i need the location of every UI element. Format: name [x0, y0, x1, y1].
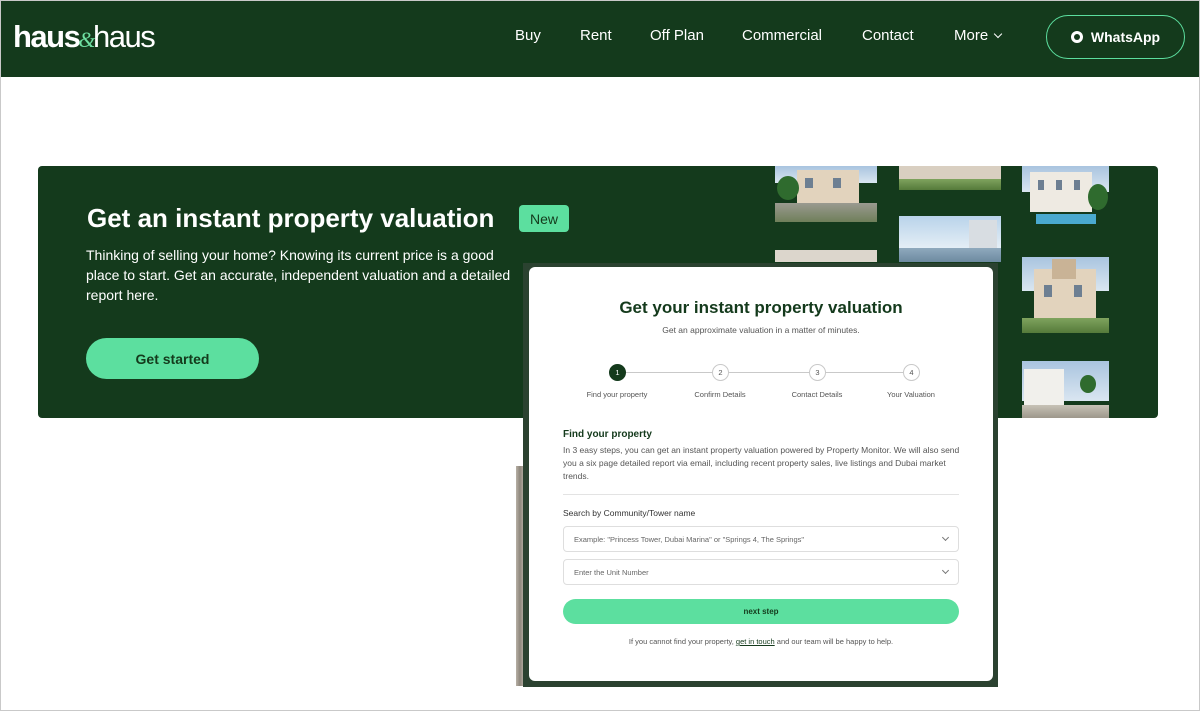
- nav-rent[interactable]: Rent: [580, 27, 612, 45]
- step-1-label: Find your property: [586, 390, 648, 399]
- step-3-label: Contact Details: [791, 390, 843, 399]
- section-description: In 3 easy steps, you can get an instant …: [563, 445, 960, 481]
- step-2-label: Confirm Details: [694, 390, 746, 399]
- property-photo: [1022, 257, 1109, 333]
- property-photo: [1022, 361, 1109, 418]
- nav-more[interactable]: More: [954, 27, 1003, 45]
- nav-off-plan[interactable]: Off Plan: [650, 27, 704, 45]
- community-placeholder: Example: "Princess Tower, Dubai Marina" …: [574, 534, 805, 544]
- property-photo: [1022, 166, 1109, 231]
- unit-number-input[interactable]: Enter the Unit Number: [563, 559, 959, 585]
- community-search-input[interactable]: Example: "Princess Tower, Dubai Marina" …: [563, 526, 959, 552]
- section-title: Find your property: [563, 429, 652, 440]
- nav-buy[interactable]: Buy: [515, 27, 541, 45]
- help-note-prefix: If you cannot find your property,: [628, 637, 734, 646]
- whatsapp-icon: [1070, 31, 1083, 43]
- new-badge: New: [519, 205, 569, 232]
- form-subtitle: Get an approximate valuation in a matter…: [662, 325, 860, 335]
- haushaus-logo[interactable]: haus&haus: [13, 19, 156, 58]
- step-4-label: Your Valuation: [887, 390, 935, 399]
- valuation-form-card: Get your instant property valuation Get …: [529, 267, 993, 681]
- nav-commercial[interactable]: Commercial: [742, 27, 822, 45]
- chevron-down-icon: [993, 29, 1003, 39]
- get-in-touch-link[interactable]: get in touch: [736, 637, 775, 646]
- chevron-down-icon: [941, 533, 950, 541]
- nav-contact[interactable]: Contact: [862, 27, 914, 45]
- step-2-indicator[interactable]: 2: [712, 364, 729, 381]
- help-note: If you cannot find your property, get in…: [529, 637, 993, 646]
- whatsapp-button[interactable]: WhatsApp: [1046, 15, 1185, 59]
- step-3-indicator[interactable]: 3: [809, 364, 826, 381]
- property-photo: [899, 166, 1001, 190]
- step-1-indicator[interactable]: 1: [609, 364, 626, 381]
- chevron-down-icon: [941, 566, 950, 574]
- property-photo: [775, 166, 877, 222]
- help-note-suffix: and our team will be happy to help.: [776, 637, 894, 646]
- get-started-button[interactable]: Get started: [86, 338, 259, 379]
- whatsapp-label: WhatsApp: [1090, 29, 1161, 45]
- search-label: Search by Community/Tower name: [563, 508, 696, 518]
- step-4-indicator[interactable]: 4: [903, 364, 920, 381]
- property-photo: [775, 250, 877, 262]
- unit-placeholder: Enter the Unit Number: [574, 567, 649, 577]
- banner-description: Thinking of selling your home? Knowing i…: [86, 247, 511, 303]
- stepper-line: [617, 372, 912, 373]
- nav-more-label: More: [954, 27, 989, 44]
- next-step-button[interactable]: next step: [563, 599, 959, 624]
- form-title: Get your instant property valuation: [619, 298, 903, 317]
- banner-title: Get an instant property valuation: [87, 203, 495, 233]
- divider: [563, 494, 959, 495]
- site-header: haus&haus Buy Rent Off Plan Commercial C…: [1, 1, 1199, 77]
- property-photo: [899, 216, 1001, 262]
